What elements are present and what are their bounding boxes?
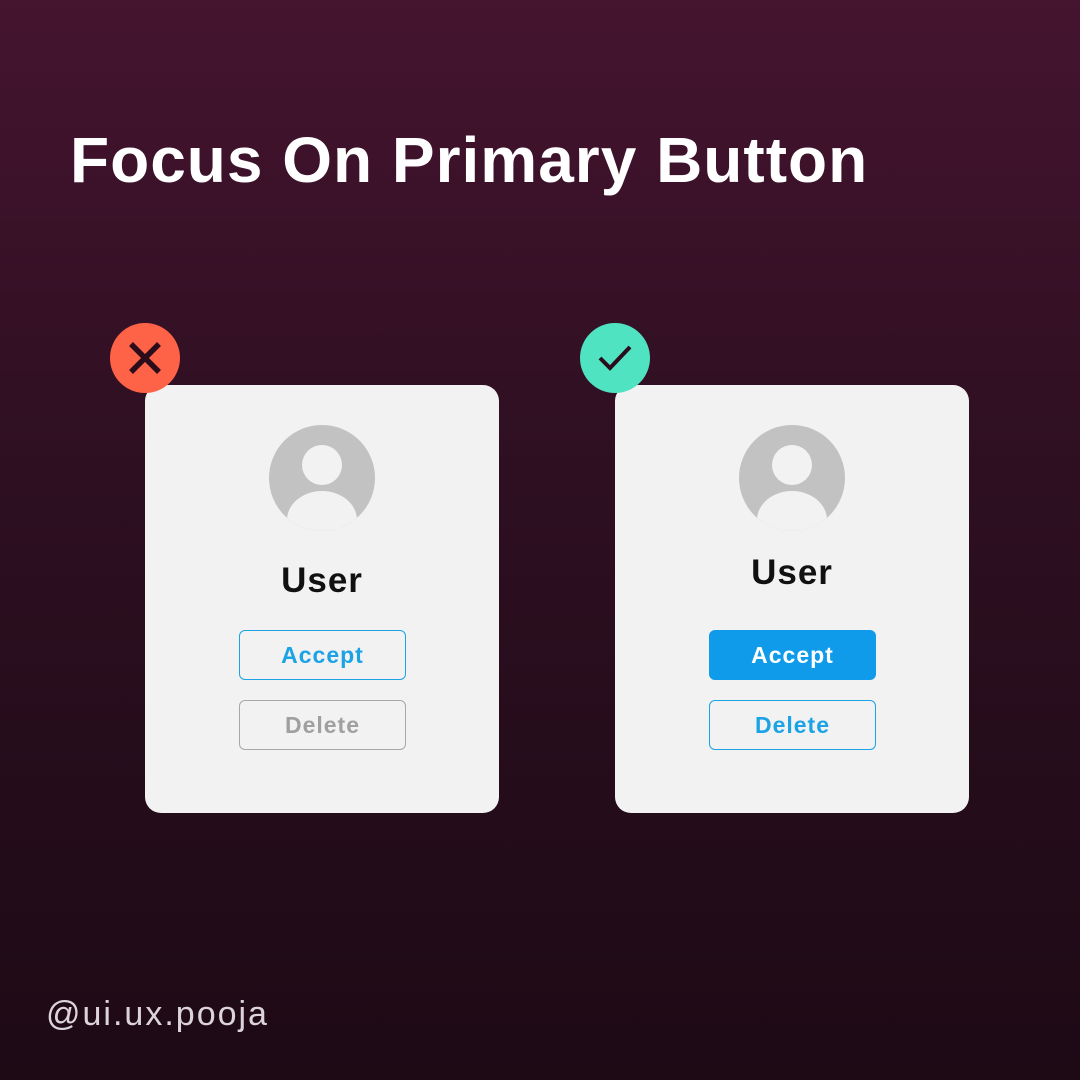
wrong-badge [110,323,180,393]
user-card-good-example: User Accept Delete [615,385,969,813]
accept-button[interactable]: Accept [239,630,406,680]
close-icon [129,342,161,374]
avatar-icon [739,425,845,531]
user-name: User [281,561,363,600]
delete-button[interactable]: Delete [709,700,876,750]
correct-badge [580,323,650,393]
author-handle: @ui.ux.pooja [46,995,269,1033]
user-card-bad-example: User Accept Delete [145,385,499,813]
page-title: Focus On Primary Button [70,124,869,196]
check-icon [598,345,632,371]
delete-button[interactable]: Delete [239,700,406,750]
accept-button[interactable]: Accept [709,630,876,680]
user-name: User [751,553,833,592]
avatar-icon [269,425,375,531]
